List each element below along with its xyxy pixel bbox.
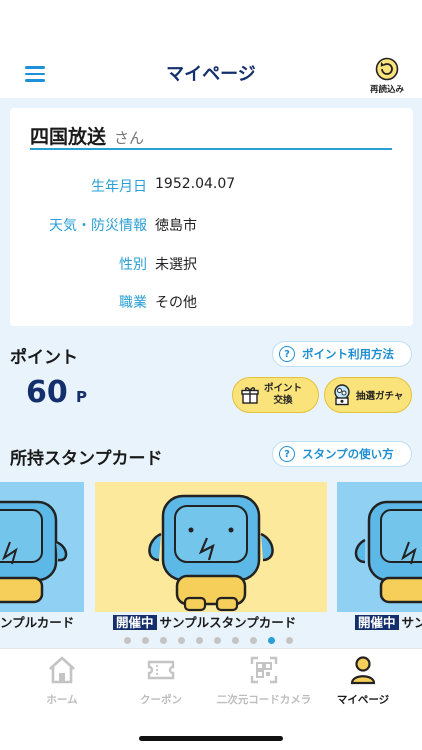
stamp-card-next-title: サン bbox=[401, 615, 422, 630]
status-badge: 開催中 bbox=[113, 615, 157, 630]
gender-row: 性別 未選択 bbox=[10, 254, 413, 274]
qr-camera-icon bbox=[250, 656, 278, 684]
home-indicator bbox=[139, 736, 283, 741]
tab-label: 二次元コードカメラ bbox=[216, 694, 312, 706]
reload-label: 再読込み bbox=[369, 85, 404, 95]
points-help-button[interactable]: ? ポイント利用方法 bbox=[272, 341, 412, 367]
birthdate-value: 1952.04.07 bbox=[155, 176, 236, 192]
page-dot[interactable] bbox=[232, 637, 239, 644]
stamp-card-current-caption: 開催中 サンプルスタンプカード bbox=[113, 612, 296, 631]
reload-icon bbox=[375, 57, 399, 81]
stamp-card-current[interactable] bbox=[95, 482, 327, 612]
mascot-image bbox=[354, 500, 422, 604]
stamp-card-current-title: サンプルスタンプカード bbox=[159, 615, 297, 630]
profile-name-row: 四国放送 さん bbox=[30, 122, 392, 150]
tab-coupon[interactable]: クーポン bbox=[130, 655, 192, 707]
status-badge: 開催中 bbox=[355, 615, 399, 630]
gacha-button[interactable]: 抽選ガチャ bbox=[324, 377, 412, 413]
page-dot[interactable] bbox=[142, 637, 149, 644]
point-exchange-label: ポイント 交換 bbox=[264, 383, 302, 407]
stamp-card-previous[interactable] bbox=[0, 482, 84, 612]
page-dot[interactable] bbox=[160, 637, 167, 644]
page-dot[interactable] bbox=[286, 637, 293, 644]
page-dot[interactable] bbox=[178, 637, 185, 644]
stamp-cards-title: 所持スタンプカード bbox=[10, 449, 163, 469]
gacha-machine-icon bbox=[334, 384, 350, 406]
occupation-value: その他 bbox=[155, 295, 197, 311]
profile-card: 四国放送 さん 生年月日 1952.04.07 天気・防災情報 徳島市 性別 未選… bbox=[10, 108, 413, 326]
gender-value: 未選択 bbox=[155, 257, 197, 273]
points-help-label: ポイント利用方法 bbox=[302, 347, 394, 361]
reload-button[interactable]: 再読込み bbox=[362, 56, 412, 95]
honorific: さん bbox=[114, 129, 145, 147]
tab-mypage[interactable]: マイページ bbox=[331, 655, 395, 707]
page-dot[interactable] bbox=[124, 637, 131, 644]
points-unit: P bbox=[76, 388, 87, 406]
profile-name: 四国放送 bbox=[30, 126, 107, 148]
birthdate-label: 生年月日 bbox=[91, 179, 147, 195]
home-icon bbox=[49, 656, 75, 684]
birthdate-row: 生年月日 1952.04.07 bbox=[10, 176, 413, 196]
page-dot[interactable] bbox=[196, 637, 203, 644]
page-title: マイページ bbox=[166, 64, 256, 85]
mascot-image bbox=[0, 500, 68, 604]
tab-bar: ホーム クーポン 二次元コードカメラ マイページ bbox=[0, 648, 422, 750]
weather-area-row: 天気・防災情報 徳島市 bbox=[10, 215, 413, 235]
point-exchange-label-line2: 交換 bbox=[273, 395, 293, 406]
gift-icon bbox=[241, 387, 259, 404]
points-value: 60 bbox=[26, 375, 68, 410]
occupation-row: 職業 その他 bbox=[10, 292, 413, 312]
person-icon bbox=[350, 656, 376, 685]
tab-label: クーポン bbox=[140, 694, 182, 706]
tab-label: マイページ bbox=[336, 694, 390, 706]
gender-label: 性別 bbox=[119, 257, 147, 273]
mascot-image bbox=[148, 494, 274, 612]
tab-qr-camera[interactable]: 二次元コードカメラ bbox=[213, 655, 315, 707]
page-dot[interactable] bbox=[250, 637, 257, 644]
tab-home[interactable]: ホーム bbox=[40, 655, 84, 707]
page-indicator[interactable] bbox=[124, 637, 304, 644]
weather-area-label: 天気・防災情報 bbox=[49, 218, 147, 234]
stamp-help-label: スタンプの使い方 bbox=[302, 447, 394, 461]
weather-area-value: 徳島市 bbox=[155, 218, 197, 234]
tab-label: ホーム bbox=[46, 694, 78, 706]
occupation-label: 職業 bbox=[119, 295, 147, 311]
stamp-help-button[interactable]: ? スタンプの使い方 bbox=[272, 441, 412, 467]
page-dot[interactable] bbox=[268, 637, 275, 644]
stamp-card-previous-caption: ンプルカード bbox=[0, 615, 75, 630]
point-exchange-button[interactable]: ポイント 交換 bbox=[232, 377, 319, 413]
gacha-label: 抽選ガチャ bbox=[356, 391, 404, 402]
point-exchange-label-line1: ポイント bbox=[264, 383, 303, 394]
page-dot[interactable] bbox=[214, 637, 221, 644]
ticket-icon bbox=[147, 660, 175, 680]
question-icon: ? bbox=[279, 346, 295, 362]
app-header: マイページ 再読込み bbox=[0, 0, 422, 98]
stamp-card-next[interactable] bbox=[337, 482, 422, 612]
stamp-card-next-caption: 開催中 サン bbox=[355, 612, 422, 631]
points-title: ポイント bbox=[10, 348, 78, 368]
question-icon: ? bbox=[279, 446, 295, 462]
